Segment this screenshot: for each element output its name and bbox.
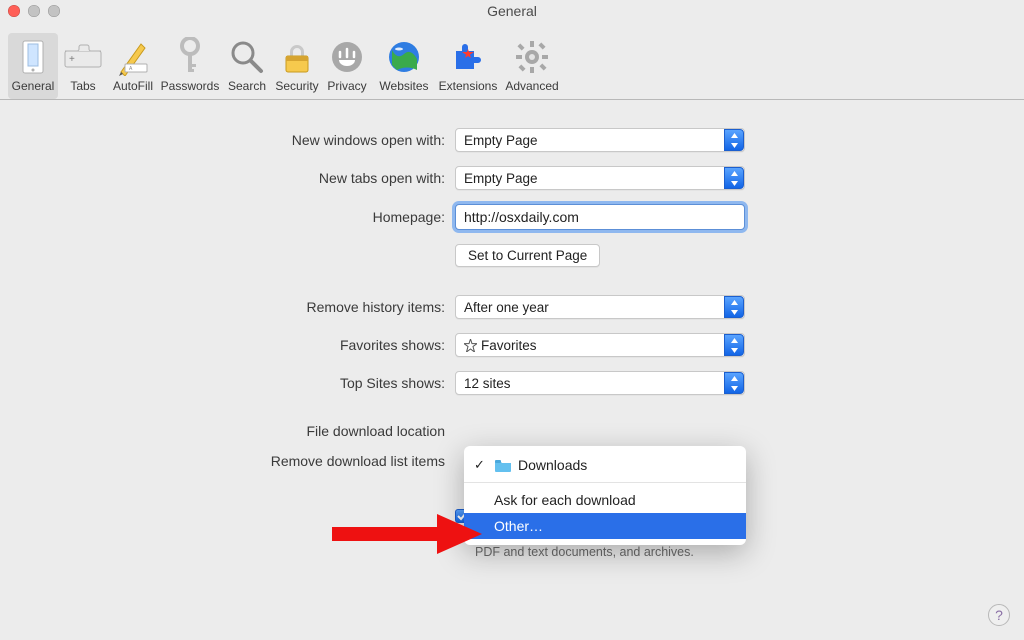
tab-search[interactable]: Search (222, 33, 272, 99)
menu-item-ask[interactable]: Ask for each download (464, 487, 746, 513)
menu-item-downloads[interactable]: ✓ Downloads (464, 452, 746, 478)
help-button[interactable]: ? (988, 604, 1010, 626)
tab-label: Passwords (161, 79, 220, 93)
window-close-button[interactable] (8, 5, 20, 17)
set-current-page-button[interactable]: Set to Current Page (455, 244, 600, 267)
tab-label: Tabs (70, 79, 95, 93)
tab-label: Privacy (327, 79, 366, 93)
passwords-icon (176, 37, 204, 77)
topsites-value: 12 sites (464, 376, 511, 391)
popup-stepper-icon (724, 129, 744, 151)
favorites-value: Favorites (464, 338, 537, 353)
new-windows-value: Empty Page (464, 133, 538, 148)
popup-stepper-icon (724, 167, 744, 189)
homepage-field[interactable] (455, 204, 745, 230)
window-titlebar: General (0, 0, 1024, 22)
tabs-icon: + (63, 37, 103, 77)
topsites-label: Top Sites shows: (0, 375, 455, 391)
tab-privacy[interactable]: Privacy (322, 33, 372, 99)
menu-item-other[interactable]: Other… (464, 513, 746, 539)
preferences-toolbar: General + Tabs A AutoFill Passwords Sear… (0, 22, 1024, 100)
folder-icon (494, 458, 512, 472)
privacy-icon (330, 37, 364, 77)
menu-item-label: Downloads (518, 457, 587, 473)
tab-label: Advanced (505, 79, 558, 93)
remove-download-list-label: Remove download list items (0, 453, 455, 469)
search-icon (229, 37, 265, 77)
download-location-label: File download location (0, 423, 455, 439)
tab-passwords[interactable]: Passwords (158, 33, 222, 99)
check-icon: ✓ (474, 457, 485, 473)
svg-text:+: + (69, 54, 75, 65)
star-icon (464, 339, 477, 352)
tab-general[interactable]: General (8, 33, 58, 99)
tab-security[interactable]: Security (272, 33, 322, 99)
window-zoom-button[interactable] (48, 5, 60, 17)
new-tabs-popup[interactable]: Empty Page (455, 166, 745, 190)
tab-label: Search (228, 79, 266, 93)
tab-label: General (12, 79, 55, 93)
autofill-icon: A (115, 37, 151, 77)
window-title: General (0, 3, 1024, 19)
remove-history-label: Remove history items: (0, 299, 455, 315)
tab-extensions[interactable]: Extensions (436, 33, 500, 99)
advanced-icon (514, 37, 550, 77)
tab-websites[interactable]: Websites (372, 33, 436, 99)
tab-autofill[interactable]: A AutoFill (108, 33, 158, 99)
tab-label: AutoFill (113, 79, 153, 93)
menu-item-label: Other… (494, 518, 543, 534)
topsites-popup[interactable]: 12 sites (455, 371, 745, 395)
tab-advanced[interactable]: Advanced (500, 33, 564, 99)
tab-tabs[interactable]: + Tabs (58, 33, 108, 99)
new-tabs-label: New tabs open with: (0, 170, 455, 186)
security-icon (282, 37, 312, 77)
download-location-menu: ✓ Downloads Ask for each download Other… (464, 446, 746, 545)
extensions-icon (450, 37, 486, 77)
window-minimize-button[interactable] (28, 5, 40, 17)
tab-label: Security (275, 79, 318, 93)
popup-stepper-icon (724, 296, 744, 318)
new-windows-label: New windows open with: (0, 132, 455, 148)
menu-separator (464, 482, 746, 483)
favorites-popup[interactable]: Favorites (455, 333, 745, 357)
websites-icon (387, 37, 421, 77)
new-tabs-value: Empty Page (464, 171, 538, 186)
traffic-lights (8, 5, 60, 17)
remove-history-popup[interactable]: After one year (455, 295, 745, 319)
favorites-label: Favorites shows: (0, 337, 455, 353)
menu-item-label: Ask for each download (494, 492, 636, 508)
popup-stepper-icon (724, 372, 744, 394)
tab-label: Extensions (439, 79, 498, 93)
general-icon (20, 37, 46, 77)
new-windows-popup[interactable]: Empty Page (455, 128, 745, 152)
remove-history-value: After one year (464, 300, 549, 315)
popup-stepper-icon (724, 334, 744, 356)
tab-label: Websites (379, 79, 428, 93)
homepage-label: Homepage: (0, 209, 455, 225)
